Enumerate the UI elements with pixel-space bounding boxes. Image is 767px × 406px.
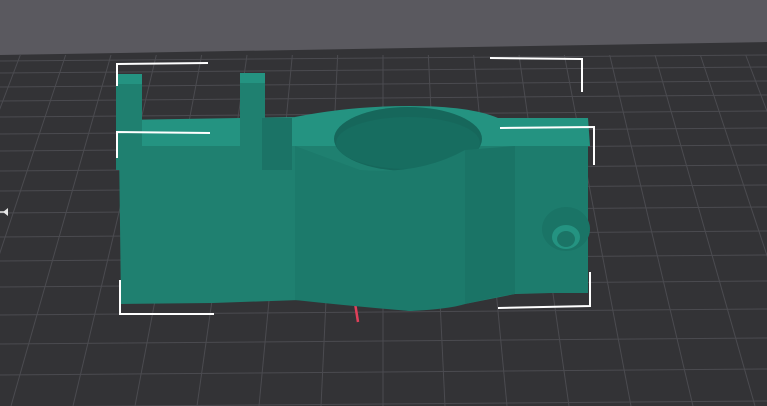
3d-viewport[interactable] (0, 0, 767, 406)
viewport-canvas[interactable] (0, 0, 767, 406)
mount-tab-left (116, 74, 142, 170)
mount-tab-right (240, 73, 265, 169)
